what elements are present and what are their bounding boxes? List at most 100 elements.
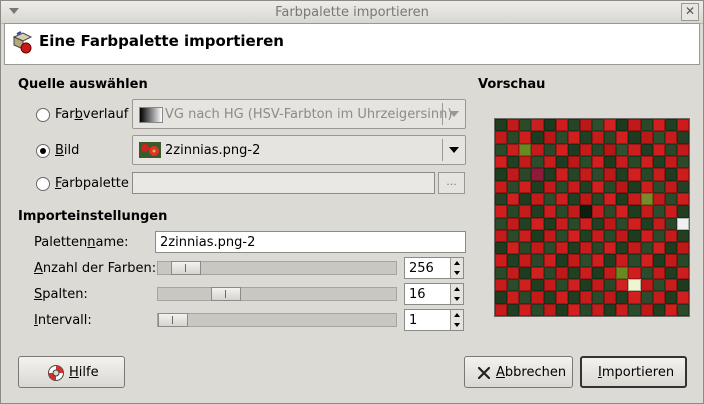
spin-down-icon[interactable] (450, 294, 463, 304)
palette-swatch (640, 303, 653, 316)
image-radio-label[interactable]: Bild (55, 143, 79, 158)
chevron-down-icon (449, 111, 459, 117)
palette-swatch (555, 205, 568, 218)
palette-swatch (531, 266, 544, 280)
image-radio[interactable] (36, 144, 50, 158)
num-colors-value: 256 (409, 261, 434, 276)
close-icon[interactable]: ✕ (681, 3, 699, 21)
num-colors-slider[interactable] (157, 261, 397, 275)
palette-swatch (628, 168, 641, 181)
palette-swatch (579, 131, 592, 144)
palette-swatch (543, 217, 556, 230)
palette-swatch (592, 303, 605, 316)
palette-swatch (531, 119, 544, 132)
columns-slider[interactable] (157, 287, 397, 301)
select-separator (442, 139, 443, 161)
palette-swatch (664, 180, 677, 193)
columns-slider-thumb[interactable] (211, 287, 241, 301)
palette-swatch (616, 205, 629, 218)
import-button[interactable]: Importieren (580, 356, 687, 388)
palette-swatch (507, 143, 520, 156)
palette-swatch (640, 205, 653, 218)
palette-swatch (628, 229, 641, 243)
palette-swatch (592, 192, 605, 206)
interval-slider[interactable] (157, 313, 397, 327)
palette-swatch (676, 205, 689, 218)
palette-swatch (531, 180, 544, 193)
interval-slider-thumb[interactable] (158, 313, 188, 327)
gradient-select-value: VG nach HG (HSV-Farbton im Uhrzeigersinn… (165, 107, 453, 122)
preview-section-title: Vorschau (478, 77, 546, 92)
palette-swatch (555, 229, 568, 243)
gradient-select[interactable]: VG nach HG (HSV-Farbton im Uhrzeigersinn… (132, 99, 466, 129)
palette-swatch (604, 303, 617, 316)
palette-swatch (652, 205, 665, 218)
palette-swatch (531, 168, 544, 181)
palette-swatch (640, 242, 653, 255)
interval-stepper[interactable]: 1 (404, 309, 464, 331)
palette-swatch (652, 131, 665, 144)
palette-swatch (519, 168, 532, 181)
palette-swatch (604, 143, 617, 156)
palette-swatch (664, 229, 677, 243)
palette-swatch (567, 291, 580, 304)
palette-swatch (567, 242, 580, 255)
palette-swatch (531, 192, 544, 206)
palette-browse-button[interactable]: ... (438, 172, 465, 194)
palette-swatch (640, 143, 653, 156)
palette-swatch (519, 180, 532, 193)
palette-radio-label[interactable]: Farbpalette (55, 176, 129, 191)
palette-swatch (579, 229, 592, 243)
palette-swatch (555, 180, 568, 193)
palette-swatch (543, 291, 556, 304)
palette-swatch (567, 155, 580, 169)
image-select-value: 2zinnias.png-2 (165, 143, 261, 158)
palette-swatch (640, 192, 653, 206)
palette-swatch (676, 291, 689, 304)
palette-swatch (604, 279, 617, 292)
spin-down-icon[interactable] (450, 320, 463, 330)
palette-swatch (567, 180, 580, 193)
palette-swatch (592, 119, 605, 132)
palette-swatch (579, 242, 592, 255)
cancel-button[interactable]: Abbrechen (464, 356, 573, 388)
num-colors-stepper[interactable]: 256 (404, 257, 464, 279)
title-bar[interactable]: Farbpalette importieren ✕ (1, 1, 703, 24)
palette-swatch (604, 192, 617, 206)
palette-swatch (664, 205, 677, 218)
palette-name-input[interactable]: 2zinnias.png-2 (155, 231, 466, 253)
palette-swatch (640, 266, 653, 280)
num-colors-slider-thumb[interactable] (171, 261, 201, 275)
palette-swatch (495, 155, 508, 169)
palette-swatch (640, 254, 653, 267)
palette-swatch (592, 266, 605, 280)
columns-stepper[interactable]: 16 (404, 283, 464, 305)
palette-swatch (676, 168, 689, 181)
palette-swatch (507, 279, 520, 292)
palette-field[interactable] (132, 172, 435, 194)
palette-swatch (664, 291, 677, 304)
palette-swatch (676, 242, 689, 255)
dialog-window: Farbpalette importieren ✕ Eine Farbpalet… (0, 0, 704, 404)
palette-swatch (604, 291, 617, 304)
image-select[interactable]: 2zinnias.png-2 (132, 135, 466, 165)
palette-swatch (640, 217, 653, 230)
gradient-radio[interactable] (36, 108, 50, 122)
spin-down-icon[interactable] (450, 268, 463, 278)
help-button[interactable]: Hilfe (18, 356, 125, 388)
palette-swatch (543, 266, 556, 280)
palette-radio[interactable] (36, 177, 50, 191)
gradient-radio-label[interactable]: Farbverlauf (55, 107, 128, 122)
palette-swatch (652, 254, 665, 267)
palette-swatch (519, 205, 532, 218)
palette-swatch (579, 192, 592, 206)
dialog-header: Eine Farbpalette importieren (4, 23, 700, 65)
palette-swatch (604, 119, 617, 132)
palette-swatch (543, 155, 556, 169)
palette-swatch (567, 119, 580, 132)
palette-swatch (507, 192, 520, 206)
palette-swatch (495, 180, 508, 193)
palette-swatch (628, 119, 641, 132)
palette-swatch (579, 291, 592, 304)
palette-swatch (628, 291, 641, 304)
